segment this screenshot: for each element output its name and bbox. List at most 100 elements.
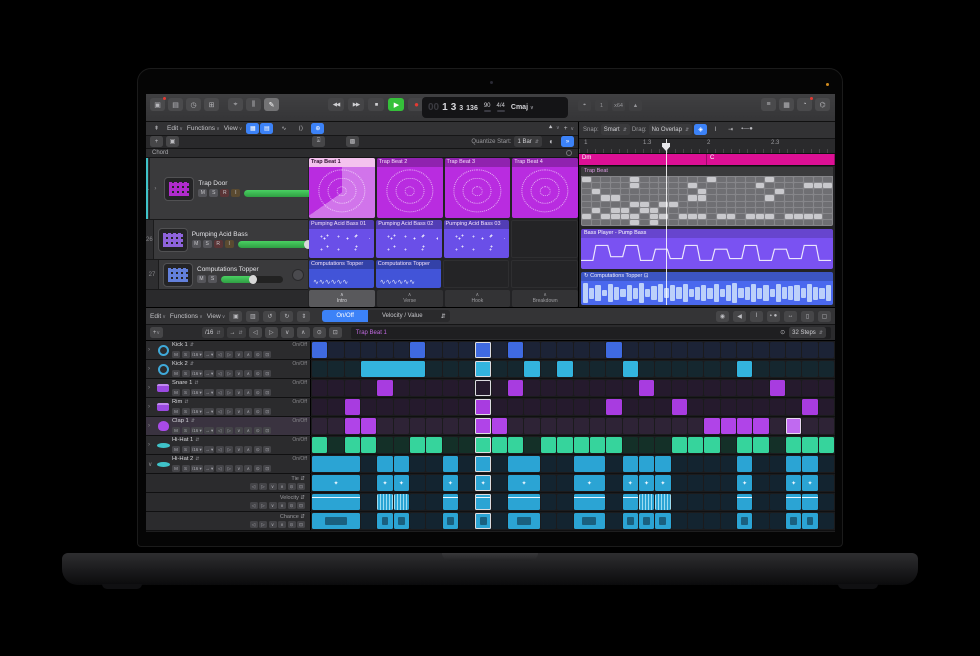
step-cell[interactable]	[770, 380, 785, 396]
step-cell[interactable]	[492, 494, 507, 510]
step-cell[interactable]	[639, 342, 654, 358]
step-cell[interactable]	[377, 399, 392, 415]
pattern-length-select[interactable]: 32 Steps⇵	[789, 327, 826, 338]
step-cell[interactable]	[819, 475, 834, 491]
subrow-increment-icon[interactable]: ∧	[278, 502, 286, 509]
step-cell[interactable]	[639, 437, 654, 453]
step-cell[interactable]	[345, 342, 360, 358]
loop-cell[interactable]: Trap Beat 2	[377, 158, 443, 218]
step-cell[interactable]	[770, 399, 785, 415]
step-cell[interactable]	[377, 513, 392, 529]
step-cell[interactable]	[312, 437, 327, 453]
row-disclosure-icon[interactable]: ›	[148, 418, 154, 434]
row-solo-button[interactable]: S	[182, 351, 190, 358]
row-random-icon[interactable]: ⊙	[254, 427, 262, 434]
smart-controls-icon[interactable]: ⊞	[204, 98, 219, 111]
step-cell[interactable]	[312, 399, 327, 415]
playhead[interactable]	[666, 139, 667, 305]
row-shift-right-icon[interactable]: ▷	[225, 389, 233, 396]
row-rate-stepper[interactable]: /16 ▾	[191, 351, 203, 358]
step-cell[interactable]	[737, 342, 752, 358]
loop-cell[interactable]: Trap Beat 4	[512, 158, 578, 218]
step-cell[interactable]	[590, 418, 605, 434]
step-cell[interactable]	[459, 418, 474, 434]
step-cell[interactable]	[508, 513, 540, 529]
step-cell[interactable]	[345, 361, 360, 377]
step-cell[interactable]	[508, 456, 540, 472]
step-cell[interactable]	[590, 380, 605, 396]
forward-button[interactable]: ▶▶	[348, 98, 364, 111]
subrow-increment-icon[interactable]: ∧	[278, 521, 286, 528]
step-cell[interactable]	[770, 418, 785, 434]
row-rate-stepper[interactable]: /16 ▾	[191, 408, 203, 415]
step-cell[interactable]	[655, 380, 670, 396]
step-cell[interactable]	[606, 342, 621, 358]
track-header[interactable]: 1›Trap DoorMSRI	[146, 158, 308, 220]
step-cell[interactable]	[802, 361, 817, 377]
step-cell[interactable]	[361, 437, 376, 453]
row-increment-icon[interactable]: ∧	[244, 427, 252, 434]
step-cell[interactable]	[443, 361, 458, 377]
step-cell[interactable]	[704, 456, 719, 472]
step-cell[interactable]	[704, 361, 719, 377]
subrow-shift-right-icon[interactable]: ▷	[259, 521, 267, 528]
step-cell[interactable]	[753, 475, 768, 491]
row-shift-left-icon[interactable]: ◁	[216, 389, 224, 396]
step-cell[interactable]	[672, 437, 687, 453]
step-cell[interactable]	[394, 342, 409, 358]
row-shift-left-icon[interactable]: ◁	[216, 408, 224, 415]
step-cell[interactable]	[459, 456, 474, 472]
step-cell[interactable]	[786, 399, 801, 415]
row-shift-left-icon[interactable]: ◁	[216, 351, 224, 358]
step-cell[interactable]	[639, 456, 654, 472]
row-random-icon[interactable]: ⊙	[254, 389, 262, 396]
step-cell[interactable]	[377, 380, 392, 396]
step-cell[interactable]	[443, 494, 458, 510]
row-mute-button[interactable]: M	[172, 408, 180, 415]
window-large-icon[interactable]: ▢	[818, 311, 831, 322]
lcd-tempo[interactable]: 90	[484, 103, 491, 113]
region-bass-player[interactable]: Bass Player - Pump Bass	[581, 229, 833, 269]
step-cell[interactable]	[623, 380, 638, 396]
step-cell[interactable]	[606, 361, 621, 377]
row-disclosure-icon[interactable]: ›	[148, 380, 154, 396]
crossfade-tool-icon[interactable]: ∿	[277, 123, 290, 134]
step-cell[interactable]	[524, 380, 539, 396]
step-cell[interactable]	[361, 418, 376, 434]
step-cell[interactable]	[557, 418, 572, 434]
step-cell[interactable]	[606, 513, 621, 529]
step-cell[interactable]	[672, 399, 687, 415]
row-direction-stepper[interactable]: → ▾	[204, 389, 214, 396]
row-reset-icon[interactable]: ⊡	[263, 427, 271, 434]
mode-stepper[interactable]: ⇵	[437, 310, 450, 322]
reset-icon[interactable]: ⊡	[329, 327, 342, 338]
loop-cell[interactable]: Pumping Acid Bass 03	[444, 220, 509, 258]
step-cell[interactable]	[475, 437, 490, 453]
step-cell[interactable]	[737, 418, 752, 434]
step-cell[interactable]	[704, 418, 719, 434]
step-cell[interactable]	[655, 342, 670, 358]
step-cell[interactable]: ✦	[639, 475, 654, 491]
mixer-icon[interactable]: ⌖	[228, 98, 243, 111]
step-cell[interactable]	[819, 437, 834, 453]
row-mute-button[interactable]: M	[172, 351, 180, 358]
step-cell[interactable]	[345, 418, 360, 434]
chord-segment[interactable]: C	[707, 154, 835, 165]
step-cell[interactable]	[557, 361, 572, 377]
step-cell[interactable]	[704, 475, 719, 491]
monitor-icon[interactable]: ⌻	[312, 136, 325, 147]
step-cell[interactable]	[410, 475, 425, 491]
step-cell[interactable]	[541, 399, 556, 415]
step-cell[interactable]	[753, 342, 768, 358]
step-cell[interactable]: ✦	[802, 475, 817, 491]
row-decrement-icon[interactable]: ∨	[235, 389, 243, 396]
step-cell[interactable]	[786, 380, 801, 396]
step-cell[interactable]	[753, 418, 768, 434]
step-cell[interactable]	[492, 475, 507, 491]
window-small-icon[interactable]: ▯	[801, 311, 814, 322]
step-cell[interactable]	[377, 418, 392, 434]
step-cell[interactable]	[361, 361, 425, 377]
step-cell[interactable]	[672, 380, 687, 396]
step-cell[interactable]	[802, 513, 817, 529]
row-decrement-icon[interactable]: ∨	[235, 465, 243, 472]
